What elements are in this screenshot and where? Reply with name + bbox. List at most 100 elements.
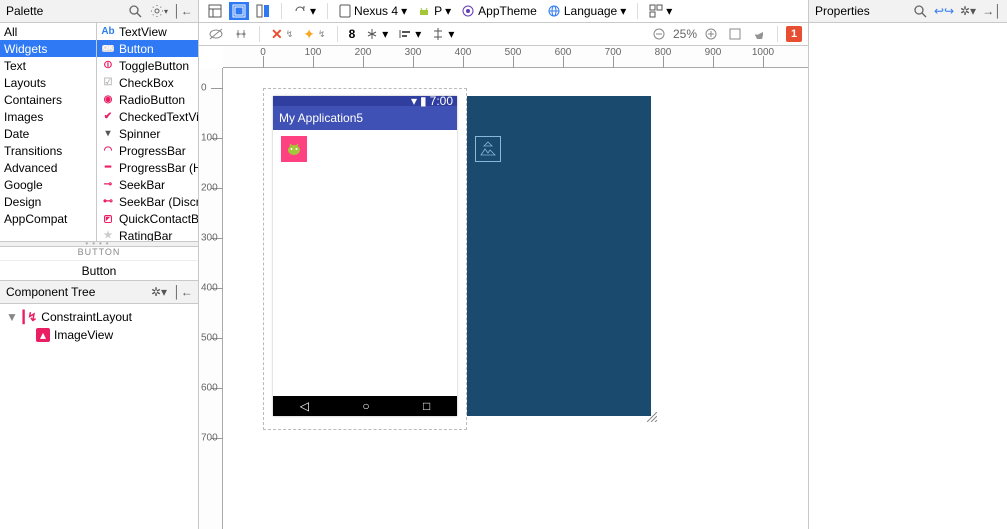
app-content[interactable]: [273, 130, 457, 396]
imageview-blueprint[interactable]: [475, 136, 501, 162]
palette-item-icon: Ab: [101, 25, 115, 39]
palette-item-label: CheckBox: [119, 76, 174, 90]
palette-item-icon: ⊸: [101, 178, 115, 192]
resize-handle[interactable]: [647, 412, 657, 422]
palette-item-icon: ⊷: [101, 195, 115, 209]
pan-icon[interactable]: [749, 25, 769, 43]
palette-items: Ab TextView OK Button ⏼ ToggleButton ☑ CheckBox…: [97, 23, 198, 241]
component-tree: ▼ ┃↯ ConstraintLayout ▴ ImageView: [0, 304, 198, 529]
palette-item-label: TextView: [119, 25, 167, 39]
orientation-icon[interactable]: ▾: [290, 2, 319, 20]
tree-root[interactable]: ▼ ┃↯ ConstraintLayout: [2, 308, 196, 326]
variants-icon[interactable]: ▾: [646, 2, 675, 20]
search-icon[interactable]: [126, 2, 144, 20]
palette-item-label: ToggleButton: [119, 59, 189, 73]
palette-item[interactable]: ━ProgressBar (H): [97, 159, 198, 176]
properties-header: Properties ↩↪ ✲▾ →│: [809, 0, 1007, 23]
palette-item-icon: ◪: [101, 212, 115, 226]
wifi-icon: ▾: [411, 94, 417, 108]
palette-item-icon: ▾: [101, 127, 115, 141]
infer-constraints-icon[interactable]: ✦↯: [300, 25, 328, 43]
search-icon[interactable]: [911, 2, 929, 20]
palette-item[interactable]: ◠ProgressBar: [97, 142, 198, 159]
surface-design-icon[interactable]: [205, 2, 225, 20]
locale-picker[interactable]: Language▾: [544, 2, 629, 20]
palette-item-icon: ✔: [101, 110, 115, 124]
navigation-bar: ◁ ○ □: [273, 396, 457, 416]
clear-constraints-icon[interactable]: ✕↯: [268, 25, 296, 43]
default-margin[interactable]: 8: [346, 25, 359, 43]
zoom-out-icon[interactable]: [649, 25, 669, 43]
image-icon: ▴: [36, 328, 50, 342]
palette-item-label: SeekBar: [119, 178, 165, 192]
palette-item[interactable]: ◪ QuickContactBadge: [97, 210, 198, 227]
collapse-icon[interactable]: │←: [174, 2, 192, 20]
palette-categories: AllWidgetsTextLayoutsContainersImagesDat…: [0, 23, 97, 241]
palette-category[interactable]: All: [0, 23, 96, 40]
palette-item-icon: ☑: [101, 76, 115, 90]
palette-item[interactable]: ☑ CheckBox: [97, 74, 198, 91]
palette-item[interactable]: ✔CheckedTextView: [97, 108, 198, 125]
palette-category[interactable]: Date: [0, 125, 96, 142]
palette-category[interactable]: Containers: [0, 91, 96, 108]
palette-item-label: Button: [119, 42, 154, 56]
collapse-icon[interactable]: │←: [174, 283, 192, 301]
gear-icon[interactable]: ✲▾: [150, 283, 168, 301]
palette-item-icon: OK: [101, 42, 115, 56]
app-title: My Application5: [279, 111, 363, 125]
warnings-badge[interactable]: 1: [786, 26, 802, 42]
back-icon: ◁: [300, 399, 309, 413]
palette-category[interactable]: Transitions: [0, 142, 96, 159]
device-design-view[interactable]: ▾ ▮ 7:00 My Application5 ◁ ○ □: [273, 96, 457, 416]
palette-item[interactable]: ⊷ SeekBar (Discrete): [97, 193, 198, 210]
gear-icon[interactable]: ✲▾: [959, 2, 977, 20]
palette-item-icon: ⏼: [101, 59, 115, 73]
guideline-icon[interactable]: ▾: [428, 25, 457, 43]
zoom-level: 25%: [673, 27, 697, 41]
device-picker[interactable]: Nexus 4▾: [336, 2, 410, 20]
tree-label: ImageView: [54, 328, 113, 342]
tree-label: ConstraintLayout: [41, 310, 132, 324]
palette-category[interactable]: Widgets: [0, 40, 96, 57]
zoom-in-icon[interactable]: [701, 25, 721, 43]
palette-item-label: SeekBar (Discrete): [119, 195, 198, 209]
palette-item[interactable]: ⊸ SeekBar: [97, 176, 198, 193]
ruler-horizontal: 01002003004005006007008009001000: [223, 46, 808, 68]
palette-category[interactable]: AppCompat: [0, 210, 96, 227]
palette-item-label: QuickContactBadge: [119, 212, 198, 226]
palette-category[interactable]: Text: [0, 57, 96, 74]
zoom-fit-icon[interactable]: [725, 25, 745, 43]
design-surface[interactable]: ▾ ▮ 7:00 My Application5 ◁ ○ □: [223, 68, 808, 529]
palette-category[interactable]: Advanced: [0, 159, 96, 176]
surface-both-icon[interactable]: [253, 2, 273, 20]
component-tree-title: Component Tree: [6, 285, 144, 299]
palette-item[interactable]: Ab TextView: [97, 23, 198, 40]
palette-item[interactable]: ⏼ ToggleButton: [97, 57, 198, 74]
gear-icon[interactable]: ▾: [150, 2, 168, 20]
design-canvas[interactable]: 01002003004005006007008009001000 0100200…: [199, 46, 808, 529]
hide-icon[interactable]: [205, 25, 227, 43]
imageview-widget[interactable]: [281, 136, 307, 162]
palette-item[interactable]: OK Button: [97, 40, 198, 57]
palette-category[interactable]: Images: [0, 108, 96, 125]
tree-child[interactable]: ▴ ImageView: [2, 326, 196, 344]
design-toolbar: ▾ Nexus 4▾ P▾ AppTheme Language▾ ▾: [199, 0, 808, 23]
toggle-view-icon[interactable]: ↩↪: [935, 2, 953, 20]
palette-category[interactable]: Layouts: [0, 74, 96, 91]
device-blueprint-view[interactable]: [467, 96, 651, 416]
align-icon[interactable]: ▾: [395, 25, 424, 43]
palette-item[interactable]: ▾Spinner: [97, 125, 198, 142]
palette-category[interactable]: Google: [0, 176, 96, 193]
recents-icon: □: [423, 399, 430, 413]
theme-picker[interactable]: AppTheme: [458, 2, 540, 20]
palette-item-label: ProgressBar (H): [119, 161, 198, 175]
collapse-icon[interactable]: →│: [983, 2, 1001, 20]
api-picker[interactable]: P▾: [414, 2, 454, 20]
surface-blueprint-icon[interactable]: [229, 2, 249, 20]
pack-icon[interactable]: ▾: [362, 25, 391, 43]
disclosure-icon[interactable]: ▼: [6, 310, 16, 324]
autoconnect-icon[interactable]: [231, 25, 251, 43]
palette-item-label: RatingBar: [119, 229, 172, 241]
palette-category[interactable]: Design: [0, 193, 96, 210]
palette-item[interactable]: ◉RadioButton: [97, 91, 198, 108]
